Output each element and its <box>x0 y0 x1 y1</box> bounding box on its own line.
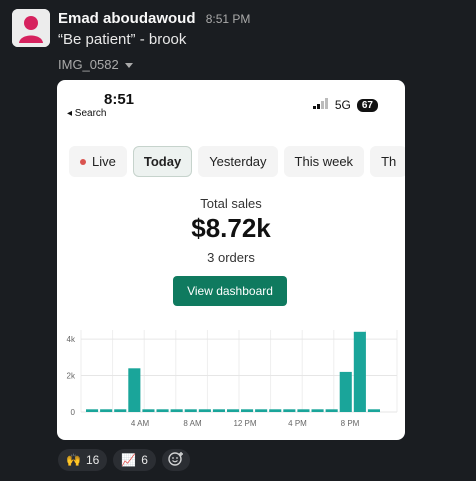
chart-bar <box>86 409 99 412</box>
tab-label: This week <box>294 154 354 169</box>
chevron-down-icon <box>124 57 133 73</box>
x-tick-label: 8 AM <box>183 419 202 428</box>
chart-bar <box>170 409 183 412</box>
tab-label: Live <box>92 154 116 169</box>
reaction-chart-up[interactable]: 📈 6 <box>113 449 156 471</box>
chart-bar <box>255 409 268 412</box>
network-label: 5G <box>334 98 351 112</box>
live-dot-icon <box>80 158 86 165</box>
chart-bar <box>311 409 324 412</box>
avatar[interactable] <box>12 9 50 47</box>
sales-chart: 4k 2k 0 4 AM 8 AM 12 PM 4 PM 8 PM <box>67 330 398 428</box>
chart-bar <box>297 409 310 412</box>
reaction-raised-hands[interactable]: 🙌 16 <box>58 449 108 471</box>
total-sales-value: $8.72k <box>191 213 271 243</box>
chart-bar <box>227 409 240 412</box>
file-label[interactable]: IMG_0582 <box>58 57 133 73</box>
chart-bar <box>100 409 113 412</box>
chart-up-icon: 📈 <box>121 453 137 467</box>
signal-icon <box>312 98 329 112</box>
tab-this-week[interactable]: This week <box>283 146 365 177</box>
phone-time: 8:51 <box>104 91 135 108</box>
chart-bar <box>241 409 254 412</box>
x-tick-label: 8 PM <box>341 419 360 428</box>
chart-bar <box>283 409 296 412</box>
y-tick-label: 2k <box>67 372 76 381</box>
x-tick-label: 4 AM <box>131 419 150 428</box>
y-tick-label: 0 <box>71 408 76 417</box>
chart-bar <box>128 368 141 412</box>
file-name: IMG_0582 <box>58 57 119 72</box>
y-tick-label: 4k <box>67 335 76 344</box>
tab-label: Today <box>143 154 182 169</box>
chart-bar <box>325 409 338 412</box>
slack-message: Emad aboudawoud 8:51 PM “Be patient” - b… <box>0 0 476 481</box>
reaction-count: 6 <box>141 453 148 467</box>
tab-label: Yesterday <box>209 154 267 169</box>
image-attachment[interactable]: 8:51 ◂ Search 5G 67 Live Today Yesterday… <box>57 80 405 440</box>
chart-bar <box>114 409 127 412</box>
orders-count: 3 orders <box>207 250 255 265</box>
date-tabs: Live Today Yesterday This week Th <box>69 146 405 177</box>
tab-live[interactable]: Live <box>69 146 127 177</box>
x-tick-label: 4 PM <box>288 419 307 428</box>
chart-bar <box>142 409 155 412</box>
message-header: Emad aboudawoud 8:51 PM <box>58 10 250 28</box>
chart-bar <box>212 409 225 412</box>
tab-label: Th <box>381 154 397 169</box>
battery-badge: 67 <box>356 98 378 112</box>
chart-bar <box>269 409 282 412</box>
chart-bar <box>339 371 352 412</box>
message-text: “Be patient” - brook <box>58 31 187 48</box>
status-bar: 5G 67 <box>312 98 378 112</box>
author-name[interactable]: Emad aboudawoud <box>58 10 196 27</box>
reaction-count: 16 <box>85 453 100 467</box>
chart-bar <box>353 331 366 412</box>
back-link: ◂ Search <box>67 108 107 119</box>
chart-bar <box>367 409 380 412</box>
raised-hands-icon: 🙌 <box>66 453 81 467</box>
tab-today[interactable]: Today <box>132 146 193 177</box>
chart-bar <box>198 409 211 412</box>
tab-partial[interactable]: Th <box>370 146 405 177</box>
chart-bar <box>156 409 169 412</box>
view-dashboard-button[interactable]: View dashboard <box>173 276 287 306</box>
reactions-bar: 🙌 16 📈 6 <box>58 449 190 471</box>
tab-yesterday[interactable]: Yesterday <box>198 146 278 177</box>
x-tick-label: 12 PM <box>233 419 256 428</box>
add-emoji-icon <box>168 451 184 470</box>
add-reaction-button[interactable] <box>161 449 190 471</box>
total-sales-label: Total sales <box>200 196 262 211</box>
chart-bar <box>184 409 197 412</box>
timestamp[interactable]: 8:51 PM <box>206 12 251 26</box>
